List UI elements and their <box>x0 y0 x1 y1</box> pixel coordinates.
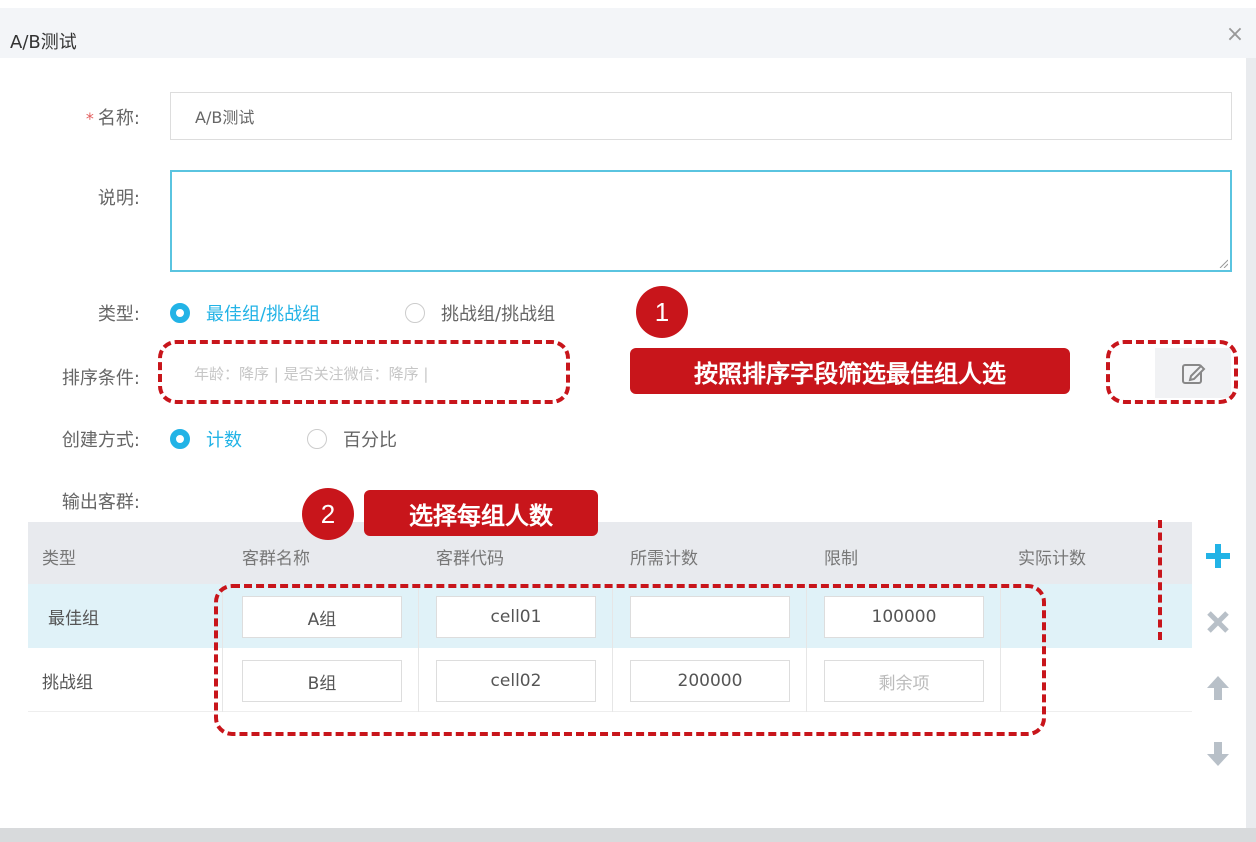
name-label: * 名称: <box>60 104 140 130</box>
type-label: 类型: <box>97 304 140 325</box>
dialog-title: A/B测试 <box>10 32 77 53</box>
radio-checked-icon <box>170 303 190 323</box>
plus-icon <box>1206 544 1230 568</box>
type-radio-best-challenge[interactable]: 最佳组/挑战组 <box>170 300 320 326</box>
annotation-connector <box>1158 520 1162 640</box>
edit-button-highlight <box>1106 340 1238 404</box>
name-input-value: A/B测试 <box>195 108 255 127</box>
type-option-2-label: 挑战组/挑战组 <box>441 304 556 325</box>
group-inputs-highlight <box>214 584 1046 736</box>
radio-checked-icon <box>170 429 190 449</box>
radio-unchecked-icon <box>307 429 327 449</box>
resize-handle-icon[interactable] <box>1218 258 1228 268</box>
move-down-button[interactable] <box>1200 736 1236 772</box>
delete-icon <box>1207 611 1229 633</box>
name-label-text: 名称: <box>97 108 140 129</box>
side-strip <box>1246 58 1256 828</box>
table-header: 类型 客群名称 客群代码 所需计数 限制 实际计数 <box>28 522 1192 584</box>
header-actual: 实际计数 <box>1018 549 1086 569</box>
type-radio-challenge-challenge[interactable]: 挑战组/挑战组 <box>405 300 555 326</box>
desc-label: 说明: <box>97 188 140 209</box>
row-type: 挑战组 <box>42 673 93 693</box>
header-limit: 限制 <box>824 549 858 569</box>
create-option-2-label: 百分比 <box>343 430 397 451</box>
row-type: 最佳组 <box>48 609 99 629</box>
dialog-titlebar: A/B测试 × <box>0 8 1256 58</box>
output-label: 输出客群: <box>61 492 140 513</box>
create-radio-count[interactable]: 计数 <box>170 426 242 452</box>
arrow-down-icon <box>1207 742 1229 766</box>
name-input[interactable]: A/B测试 <box>170 92 1232 140</box>
bottom-strip <box>0 828 1256 842</box>
header-type: 类型 <box>42 549 76 569</box>
annotation-callout-2: 选择每组人数 <box>364 490 598 536</box>
type-option-1-label: 最佳组/挑战组 <box>206 304 321 325</box>
description-textarea[interactable] <box>170 170 1232 272</box>
radio-unchecked-icon <box>405 303 425 323</box>
sort-field-highlight <box>158 340 570 404</box>
move-up-button[interactable] <box>1200 670 1236 706</box>
create-option-1-label: 计数 <box>206 430 242 451</box>
annotation-callout-1: 按照排序字段筛选最佳组人选 <box>630 348 1070 394</box>
header-required: 所需计数 <box>630 549 698 569</box>
header-code: 客群代码 <box>436 549 504 569</box>
annotation-badge-2: 2 <box>302 488 354 540</box>
header-name: 客群名称 <box>242 549 310 569</box>
annotation-badge-1: 1 <box>636 286 688 338</box>
close-icon[interactable]: × <box>1224 24 1246 46</box>
add-row-button[interactable] <box>1200 538 1236 574</box>
create-radio-percent[interactable]: 百分比 <box>307 426 397 452</box>
delete-row-button[interactable] <box>1200 604 1236 640</box>
required-asterisk: * <box>85 109 94 128</box>
create-label: 创建方式: <box>61 430 140 451</box>
arrow-up-icon <box>1207 676 1229 700</box>
sort-label: 排序条件: <box>61 368 140 389</box>
ab-test-dialog: A/B测试 × * 名称: A/B测试 说明: 类型: 最佳组/挑战组 挑战组/挑… <box>0 0 1256 842</box>
